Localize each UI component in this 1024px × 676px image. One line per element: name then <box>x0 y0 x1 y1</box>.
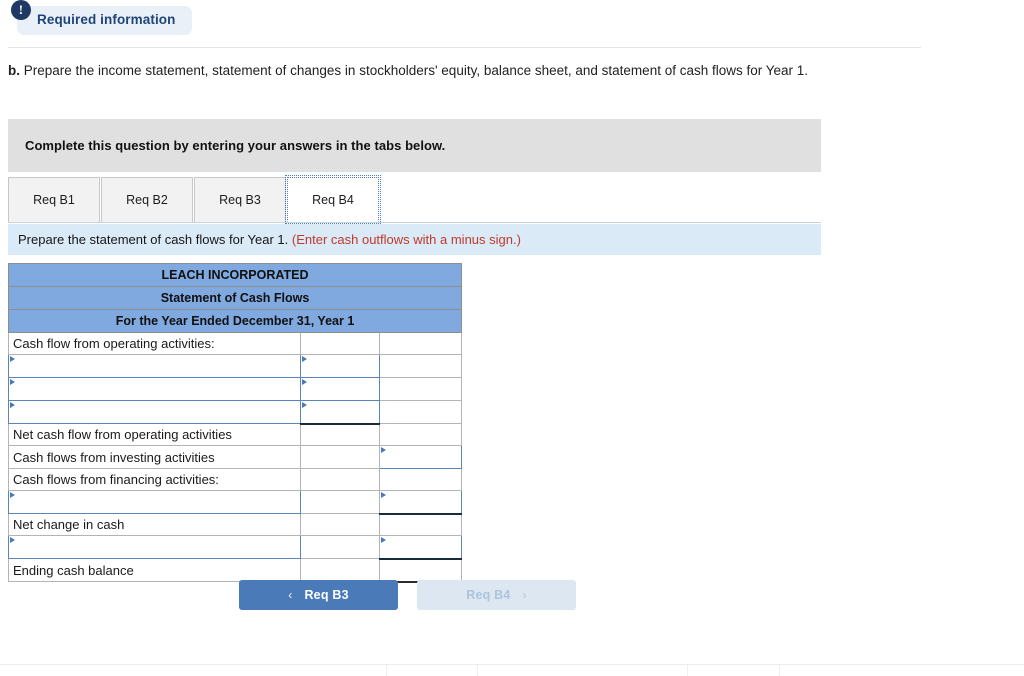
table-row: Ending cash balance <box>8 558 463 583</box>
statement-title: Statement of Cash Flows <box>7 286 463 310</box>
chevron-right-icon: › <box>522 588 527 602</box>
table-row: Cash flows from financing activities: <box>8 468 463 491</box>
beginning-cash-select[interactable] <box>8 535 301 559</box>
previous-requirement-button[interactable]: ‹ Req B3 <box>239 580 398 610</box>
row-mid-cell <box>300 490 380 514</box>
statement-of-cash-flows-table: LEACH INCORPORATED Statement of Cash Flo… <box>7 263 463 583</box>
row-right-cell <box>378 354 463 378</box>
table-row <box>8 535 463 560</box>
question-page: Required information ! b. Prepare the in… <box>0 0 1024 676</box>
complete-question-banner: Complete this question by entering your … <box>8 119 821 172</box>
chevron-left-icon: ‹ <box>288 588 293 602</box>
required-information-label: Required information <box>37 12 176 27</box>
dropdown-caret-icon <box>10 356 15 362</box>
question-text: Prepare the income statement, statement … <box>20 63 809 78</box>
row-right-cell <box>378 400 463 424</box>
requirement-navigation: ‹ Req B3 Req B4 › <box>239 580 576 610</box>
exclamation-icon: ! <box>11 0 31 20</box>
row-mid-cell <box>300 535 380 559</box>
dropdown-caret-icon <box>302 402 307 408</box>
operating-amount-2-input[interactable] <box>300 377 380 401</box>
tab-req-b2-label: Req B2 <box>126 193 168 207</box>
table-row <box>8 490 463 515</box>
dropdown-caret-icon <box>302 379 307 385</box>
row-mid-cell <box>300 468 380 491</box>
row-right-cell <box>378 513 463 536</box>
question-prompt: b. Prepare the income statement, stateme… <box>8 62 908 81</box>
row-right-cell <box>378 468 463 491</box>
footer-tick <box>687 665 688 676</box>
row-mid-cell <box>300 558 380 582</box>
operating-amount-1-input[interactable] <box>300 354 380 378</box>
operating-item-3-select[interactable] <box>8 400 301 424</box>
next-requirement-label: Req B4 <box>466 588 511 602</box>
table-row: Cash flows from investing activities <box>8 445 463 469</box>
header-divider <box>8 47 921 48</box>
row-right-cell <box>378 332 463 355</box>
footer-divider <box>0 664 1024 665</box>
tab-req-b3[interactable]: Req B3 <box>194 177 286 222</box>
tab-req-b4[interactable]: Req B4 <box>285 175 381 224</box>
required-information-badge: Required information ! <box>11 0 192 35</box>
row-right-cell <box>378 377 463 401</box>
row-mid-cell <box>300 513 380 536</box>
required-information-pill: Required information ! <box>11 0 192 35</box>
requirement-tabs: Req B1 Req B2 Req B3 Req B4 <box>8 175 821 224</box>
row-mid-cell <box>300 332 380 355</box>
row-label: Net cash flow from operating activities <box>8 423 301 446</box>
table-header-company: LEACH INCORPORATED <box>7 263 463 287</box>
dropdown-caret-icon <box>381 537 386 543</box>
tab-req-b2[interactable]: Req B2 <box>101 177 193 222</box>
dropdown-caret-icon <box>10 492 15 498</box>
table-row: Cash flow from operating activities: <box>8 332 463 355</box>
requirement-instruction-note: (Enter cash outflows with a minus sign.) <box>291 232 521 247</box>
dropdown-caret-icon <box>302 356 307 362</box>
row-label: Net change in cash <box>8 513 301 536</box>
row-label: Cash flows from investing activities <box>8 445 301 469</box>
beginning-cash-amount-input[interactable] <box>378 535 463 560</box>
operating-item-2-select[interactable] <box>8 377 301 401</box>
financing-amount-1-input[interactable] <box>378 490 463 515</box>
row-label: Ending cash balance <box>8 558 301 582</box>
row-mid-cell <box>300 423 380 446</box>
next-requirement-button: Req B4 › <box>417 580 576 610</box>
row-mid-cell <box>300 445 380 469</box>
dropdown-caret-icon <box>10 379 15 385</box>
table-row: Net change in cash <box>8 513 463 536</box>
previous-requirement-label: Req B3 <box>304 588 349 602</box>
table-row: Net cash flow from operating activities <box>8 423 463 446</box>
tab-req-b3-label: Req B3 <box>219 193 261 207</box>
operating-amount-3-input[interactable] <box>300 400 380 425</box>
requirement-instruction-main: Prepare the statement of cash flows for … <box>18 232 292 247</box>
financing-item-1-select[interactable] <box>8 490 301 514</box>
statement-period: For the Year Ended December 31, Year 1 <box>7 309 463 333</box>
tab-req-b1[interactable]: Req B1 <box>8 177 100 222</box>
tab-req-b4-label: Req B4 <box>312 192 354 207</box>
dropdown-caret-icon <box>381 447 386 453</box>
table-row <box>8 377 463 401</box>
dropdown-caret-icon <box>381 492 386 498</box>
investing-amount-input[interactable] <box>378 445 463 469</box>
complete-question-banner-text: Complete this question by entering your … <box>25 138 446 153</box>
question-marker: b. <box>8 63 20 78</box>
requirement-instruction-text: Prepare the statement of cash flows for … <box>18 232 521 247</box>
operating-item-1-select[interactable] <box>8 354 301 378</box>
row-label: Cash flow from operating activities: <box>8 332 301 355</box>
table-header-title: Statement of Cash Flows <box>7 286 463 310</box>
ending-cash-balance-cell <box>378 558 463 583</box>
table-row <box>8 354 463 378</box>
row-right-cell <box>378 423 463 446</box>
tab-req-b1-label: Req B1 <box>33 193 75 207</box>
table-header-period: For the Year Ended December 31, Year 1 <box>7 309 463 333</box>
footer-tick <box>779 665 780 676</box>
row-label: Cash flows from financing activities: <box>8 468 301 491</box>
footer-tick <box>386 665 387 676</box>
dropdown-caret-icon <box>10 537 15 543</box>
footer-tick <box>477 665 478 676</box>
dropdown-caret-icon <box>10 402 15 408</box>
requirement-instruction-bar: Prepare the statement of cash flows for … <box>8 224 821 255</box>
company-name: LEACH INCORPORATED <box>7 263 463 287</box>
table-row <box>8 400 463 425</box>
